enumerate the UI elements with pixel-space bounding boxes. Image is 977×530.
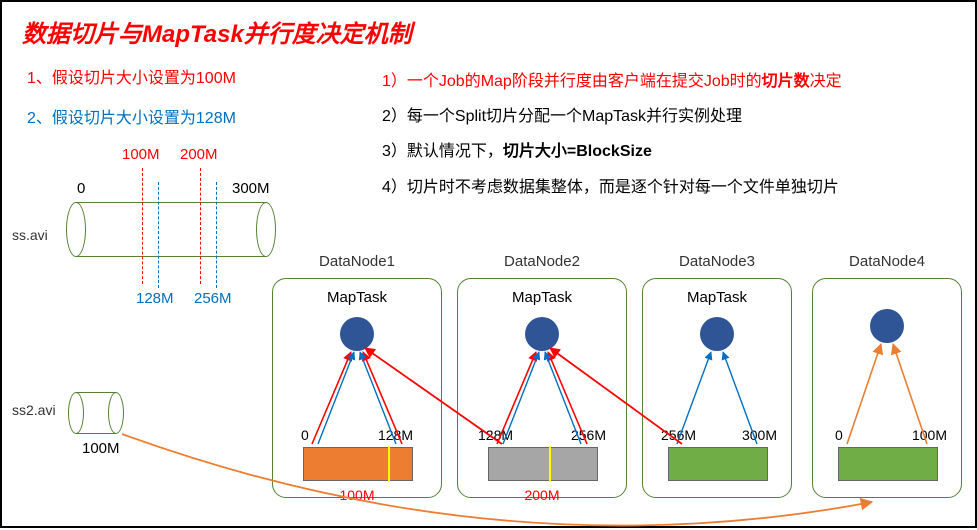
rule-3-bold: 切片大小=BlockSize [503,143,652,160]
marker-200m [200,168,201,284]
dn4-left: 0 [835,427,843,443]
label-100m: 100M [122,146,160,163]
dn3-block [668,447,768,481]
dn1-block [303,447,413,481]
dn1-split-marker [388,446,390,482]
maptask-icon [525,317,559,351]
dn4-title: DataNode4 [813,253,961,270]
datanode-1: DataNode1 MapTask 0 128M 100M [272,278,442,498]
rule-2: 2）每一个Split切片分配一个MapTask并行实例处理 [382,99,842,134]
dn4-right: 100M [912,427,947,443]
dn1-bottom-label: 100M [273,487,441,503]
scale-300m: 300M [232,180,270,197]
maptask-icon [870,309,904,343]
marker-128m [158,182,159,288]
scale-0: 0 [77,180,85,197]
dn3-task: MapTask [643,289,791,306]
rules-list: 1）一个Job的Map阶段并行度由客户端在提交Job时的切片数决定 2）每一个S… [382,64,842,205]
dn3-left: 256M [661,427,696,443]
dn1-right: 128M [378,427,413,443]
file1-label: ss.avi [12,227,48,243]
dn3-right: 300M [742,427,777,443]
file2-label: ss2.avi [12,402,56,418]
file2-size: 100M [82,440,120,457]
dn1-left: 0 [301,427,309,443]
dn3-title: DataNode3 [643,253,791,270]
rule-3: 3）默认情况下，切片大小=BlockSize [382,134,842,169]
diagram-title: 数据切片与MapTask并行度决定机制 [22,14,412,49]
rule-1-tail: 决定 [810,73,842,90]
dn2-right: 256M [571,427,606,443]
rule-3-head: 3）默认情况下， [382,143,503,160]
maptask-icon [340,317,374,351]
maptask-icon [700,317,734,351]
dn4-block [838,447,938,481]
assumption-2: 2、假设切片大小设置为128M [27,104,236,128]
dn2-bottom-label: 200M [458,487,626,503]
datanode-3: DataNode3 MapTask 256M 300M [642,278,792,498]
dn2-left: 128M [478,427,513,443]
dn1-task: MapTask [273,289,441,306]
dn2-block [488,447,598,481]
dn1-title: DataNode1 [273,253,441,270]
rule-1-head: 1）一个Job的Map阶段并行度由客户端在提交Job时的 [382,73,762,90]
dn2-task: MapTask [458,289,626,306]
datanode-2: DataNode2 MapTask 128M 256M 200M [457,278,627,498]
assumption-1: 1、假设切片大小设置为100M [27,64,236,88]
rule-1: 1）一个Job的Map阶段并行度由客户端在提交Job时的切片数决定 [382,64,842,99]
rule-4: 4）切片时不考虑数据集整体，而是逐个针对每一个文件单独切片 [382,170,842,205]
marker-256m [216,182,217,288]
label-128m: 128M [136,290,174,307]
label-200m: 200M [180,146,218,163]
label-256m: 256M [194,290,232,307]
dn2-title: DataNode2 [458,253,626,270]
datanode-4: DataNode4 0 100M [812,278,962,498]
rule-1-bold: 切片数 [762,73,810,90]
dn2-split-marker [549,446,551,482]
marker-100m [142,168,143,284]
